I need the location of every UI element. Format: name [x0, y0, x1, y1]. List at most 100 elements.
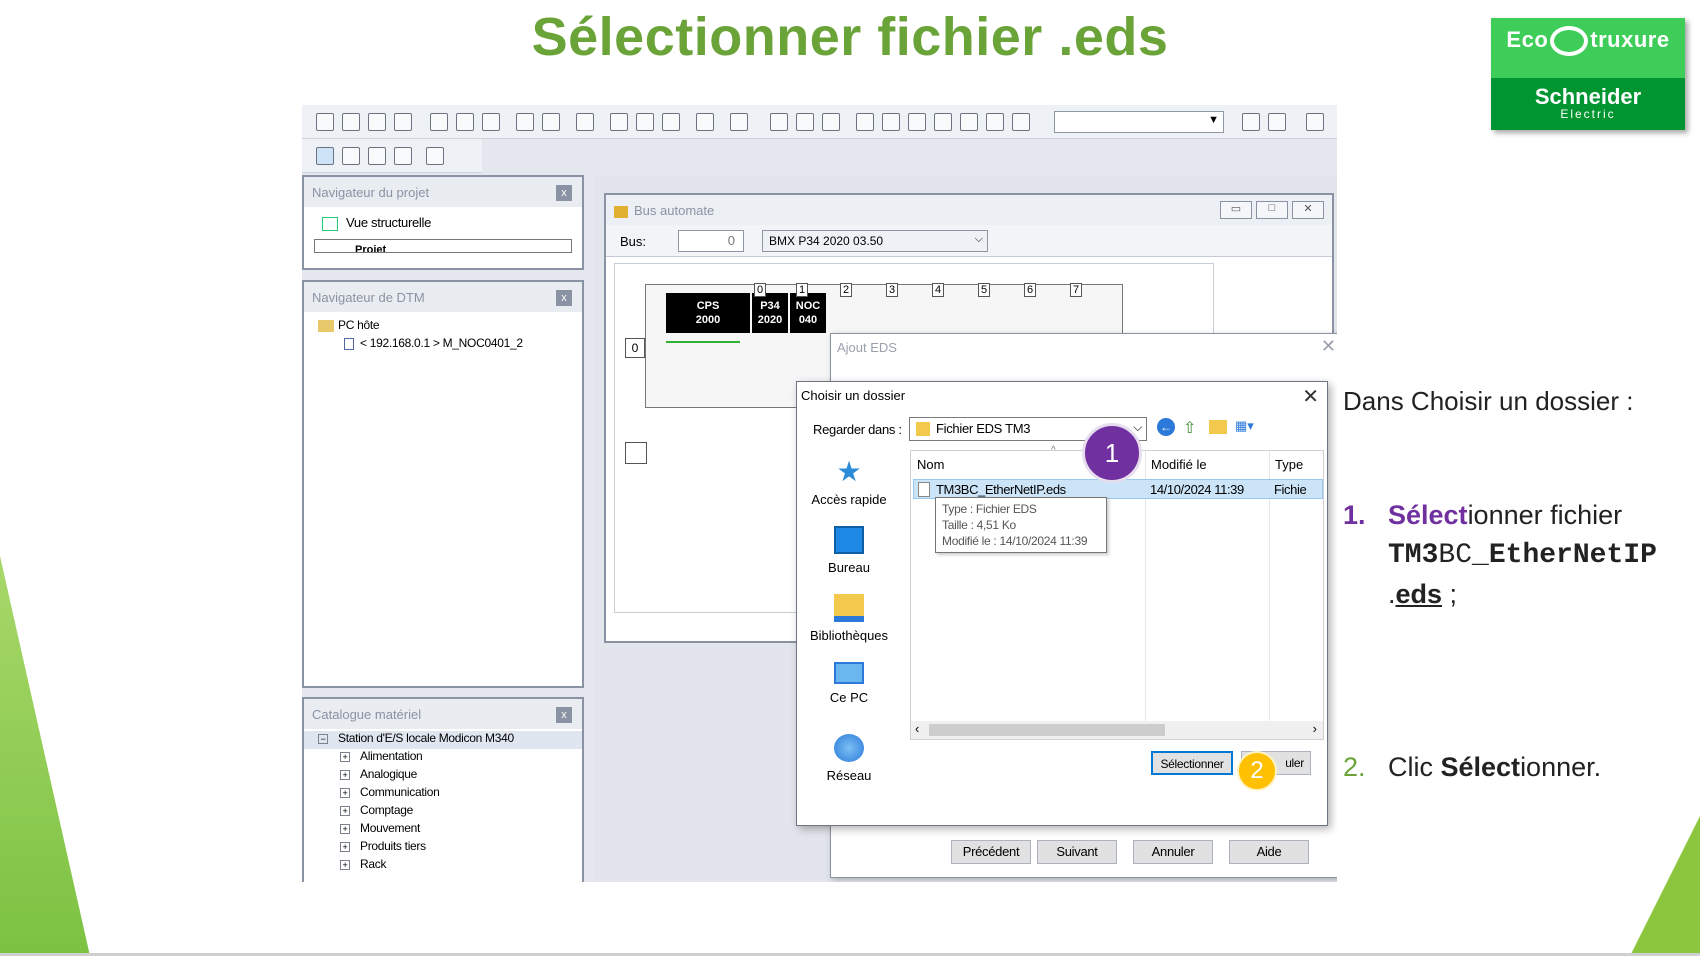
module-p34[interactable]: P34 2020 — [752, 293, 788, 333]
close-icon[interactable]: x — [556, 185, 572, 201]
selectionner-button[interactable]: Sélectionner — [1151, 751, 1233, 775]
redo-icon[interactable] — [542, 113, 560, 131]
expand-icon[interactable]: + — [340, 841, 350, 852]
expand-icon[interactable]: + — [340, 823, 350, 834]
catalogue-item[interactable]: + Communication — [304, 785, 582, 803]
module-icon[interactable] — [696, 113, 714, 131]
list-icon[interactable] — [934, 113, 952, 131]
dtm-device-item[interactable]: < 192.168.0.1 > M_NOC0401_2 — [304, 336, 582, 354]
minimize-button[interactable]: ▭ — [1220, 201, 1252, 219]
place-reseau[interactable]: Réseau — [799, 734, 899, 783]
open-icon[interactable] — [342, 113, 360, 131]
magnifier-icon[interactable] — [426, 147, 444, 165]
slot-label: 7 — [1070, 283, 1083, 297]
split-icon[interactable] — [960, 113, 978, 131]
window-icon[interactable] — [856, 113, 874, 131]
column-nom[interactable]: Nom — [917, 457, 944, 472]
rack-add-slot[interactable] — [625, 442, 647, 464]
paste-icon[interactable] — [482, 113, 500, 131]
maximize-button[interactable]: □ — [1256, 201, 1288, 219]
expand-icon[interactable]: + — [340, 751, 350, 762]
cpu-select[interactable]: BMX P34 2020 03.50 ⌵ — [762, 230, 988, 252]
build-icon[interactable] — [770, 113, 788, 131]
close-icon[interactable]: x — [556, 290, 572, 306]
expand-icon[interactable]: + — [340, 787, 350, 798]
catalogue-root[interactable]: − Station d'E/S locale Modicon M340 — [304, 731, 582, 749]
save-icon[interactable] — [368, 113, 386, 131]
slot-label: 6 — [1024, 283, 1037, 297]
toolbar-dropdown[interactable]: ▼ — [1054, 111, 1224, 133]
network2-icon[interactable] — [1268, 113, 1286, 131]
tree-view-icon[interactable] — [316, 147, 334, 165]
catalogue-item[interactable]: + Comptage — [304, 803, 582, 821]
calendar-icon[interactable] — [796, 113, 814, 131]
catalogue-item[interactable]: + Produits tiers — [304, 839, 582, 857]
cut-icon[interactable] — [456, 113, 474, 131]
zoom-icon[interactable] — [662, 113, 680, 131]
table-icon[interactable] — [822, 113, 840, 131]
expand-icon[interactable]: + — [340, 769, 350, 780]
column-type[interactable]: Type — [1275, 457, 1303, 472]
pc-hote-item[interactable]: PC hôte — [304, 318, 582, 336]
catalogue-item[interactable]: + Alimentation — [304, 749, 582, 767]
rows-icon[interactable] — [394, 147, 412, 165]
annuler-button[interactable]: Annuler — [1133, 840, 1213, 864]
hierarchy-icon[interactable] — [342, 147, 360, 165]
file-name: TM3BC_EtherNetIP.eds — [936, 482, 1066, 497]
check-icon[interactable] — [576, 113, 594, 131]
close-button[interactable]: ✕ — [1292, 201, 1324, 219]
file-modified: 14/10/2024 11:39 — [1150, 482, 1244, 497]
close-icon[interactable]: x — [556, 707, 572, 723]
undo-icon[interactable] — [516, 113, 534, 131]
scrollbar-thumb[interactable] — [929, 724, 1165, 736]
instructions-intro: Dans Choisir un dossier : — [1343, 386, 1634, 416]
back-icon[interactable]: ← — [1157, 418, 1175, 436]
module-noc[interactable]: NOC 040 — [790, 293, 826, 333]
search-icon[interactable] — [610, 113, 628, 131]
close-icon[interactable]: ✕ — [1302, 384, 1319, 409]
horizontal-scrollbar[interactable]: ‹ › — [911, 721, 1323, 739]
copy-icon[interactable] — [430, 113, 448, 131]
download-icon[interactable] — [730, 113, 748, 131]
panel-icon[interactable] — [1306, 113, 1324, 131]
tree-icon[interactable] — [882, 113, 900, 131]
bus-bar: Bus: 0 BMX P34 2020 03.50 ⌵ — [606, 225, 1332, 257]
catalogue-item[interactable]: + Rack — [304, 857, 582, 875]
grid-icon[interactable] — [908, 113, 926, 131]
bus-number-field[interactable]: 0 — [678, 230, 744, 252]
places-bar: ★ Accès rapide Bureau Bibliothèques Ce PC… — [797, 452, 903, 783]
projet-item[interactable]: Projet — [314, 239, 572, 253]
slot-label: 0 — [754, 283, 767, 297]
view-menu-icon[interactable]: ▦▾ — [1235, 418, 1261, 436]
scroll-left-icon[interactable]: ‹ — [915, 721, 919, 736]
catalogue-item[interactable]: + Mouvement — [304, 821, 582, 839]
up-folder-icon[interactable]: ⇧ — [1183, 418, 1196, 438]
column-modifie[interactable]: Modifié le — [1151, 457, 1207, 472]
columns-icon[interactable] — [368, 147, 386, 165]
scroll-right-icon[interactable]: › — [1313, 721, 1317, 736]
vue-structurelle-item[interactable]: Vue structurelle — [304, 215, 582, 233]
place-acces-rapide[interactable]: ★ Accès rapide — [799, 456, 899, 508]
place-bureau[interactable]: Bureau — [799, 526, 899, 575]
file-tooltip: Type : Fichier EDS Taille : 4,51 Ko Modi… — [935, 497, 1107, 553]
collapse-icon[interactable]: − — [318, 733, 328, 744]
replace-icon[interactable] — [636, 113, 654, 131]
merge-icon[interactable] — [986, 113, 1004, 131]
network-icon[interactable] — [1242, 113, 1260, 131]
precedent-button[interactable]: Précédent — [951, 840, 1031, 864]
new-icon[interactable] — [316, 113, 334, 131]
expand-icon[interactable]: + — [340, 859, 350, 870]
place-bibliotheques[interactable]: Bibliothèques — [799, 594, 899, 643]
print-icon[interactable] — [394, 113, 412, 131]
binoculars-icon[interactable] — [1012, 113, 1030, 131]
suivant-button[interactable]: Suivant — [1037, 840, 1117, 864]
expand-icon[interactable]: + — [340, 805, 350, 816]
place-ce-pc[interactable]: Ce PC — [799, 662, 899, 705]
catalogue-item[interactable]: + Analogique — [304, 767, 582, 785]
aide-button[interactable]: Aide — [1229, 840, 1309, 864]
star-icon: ★ — [836, 456, 862, 487]
step-badge-1: 1 — [1082, 423, 1142, 483]
new-folder-icon[interactable] — [1209, 420, 1227, 434]
module-cps[interactable]: CPS 2000 — [666, 293, 750, 333]
close-icon[interactable]: ✕ — [1321, 336, 1336, 357]
